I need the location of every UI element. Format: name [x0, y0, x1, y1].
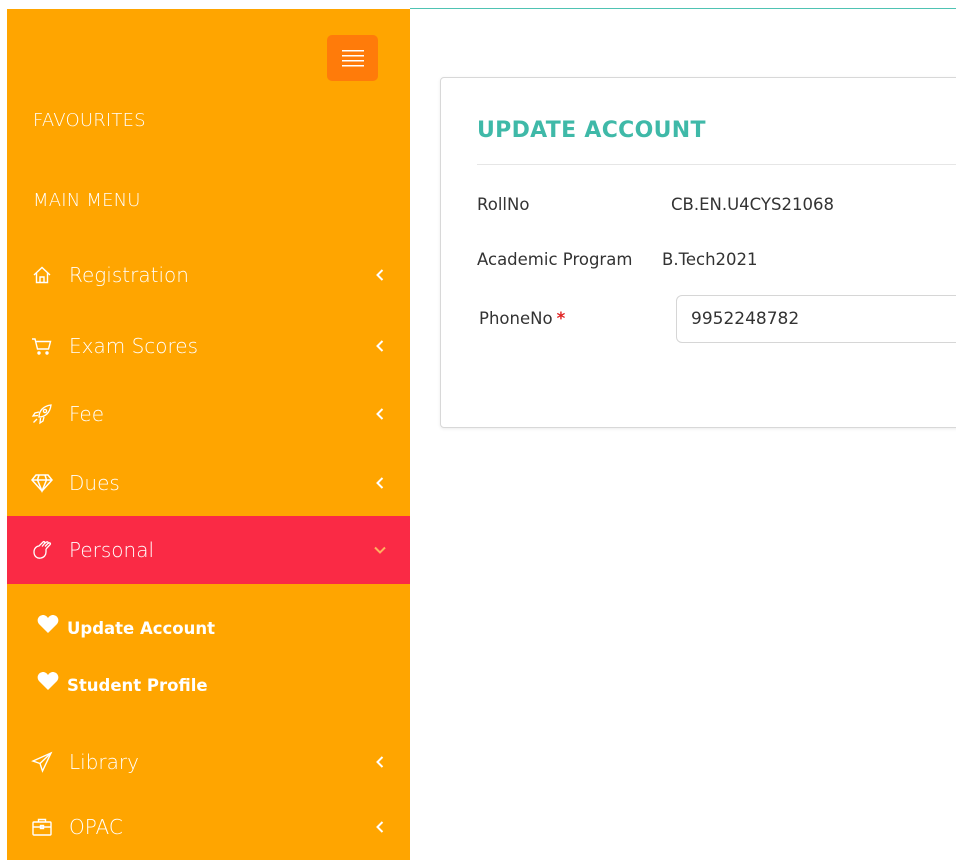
sidebar-item-registration[interactable]: Registration [7, 241, 410, 309]
sidebar-item-personal[interactable]: Personal [7, 516, 410, 584]
favourites-heading: FAVOURITES [33, 110, 146, 131]
rollno-label: RollNo [477, 195, 530, 214]
home-icon [31, 264, 53, 286]
academic-program-label: Academic Program [477, 250, 633, 269]
app-root: FAVOURITES MAIN MENU Registration Exam S… [0, 0, 956, 860]
sidebar-toggle-button[interactable] [327, 35, 378, 81]
chevron-left-icon [374, 756, 386, 768]
heart-icon [37, 614, 59, 633]
update-account-card: UPDATE ACCOUNT RollNo CB.EN.U4CYS21068 A… [440, 77, 956, 428]
sidebar-item-exam-scores[interactable]: Exam Scores [7, 312, 410, 380]
diamond-icon [31, 472, 53, 494]
hand-icon [31, 539, 53, 561]
page-title: UPDATE ACCOUNT [477, 118, 706, 143]
sidebar-item-library[interactable]: Library [7, 728, 410, 796]
chevron-left-icon [374, 408, 386, 420]
chevron-down-icon [374, 544, 386, 556]
heart-icon [37, 671, 59, 690]
sidebar-item-label: Registration [69, 263, 189, 287]
rocket-icon [31, 403, 53, 425]
hamburger-menu-icon [341, 50, 364, 67]
phoneno-label: PhoneNo * [479, 309, 565, 328]
briefcase-icon [31, 816, 53, 838]
sidebar-item-opac[interactable]: OPAC [7, 793, 410, 860]
sidebar-item-label: OPAC [69, 815, 123, 839]
top-border [410, 8, 956, 9]
sidebar-item-fee[interactable]: Fee [7, 380, 410, 448]
sidebar-item-dues[interactable]: Dues [7, 449, 410, 517]
academic-program-value: B.Tech2021 [662, 250, 758, 269]
title-divider [477, 164, 956, 165]
paper-plane-icon [31, 751, 53, 773]
chevron-left-icon [374, 821, 386, 833]
phone-number-input[interactable] [676, 295, 956, 343]
rollno-value: CB.EN.U4CYS21068 [671, 195, 834, 214]
sidebar-item-label: Exam Scores [69, 334, 199, 358]
chevron-left-icon [374, 477, 386, 489]
sidebar-item-label: Dues [69, 471, 120, 495]
main-menu-heading: MAIN MENU [33, 190, 141, 211]
submenu-item-student-profile[interactable]: Student Profile [37, 666, 208, 695]
chevron-left-icon [374, 269, 386, 281]
sidebar-item-label: Library [69, 750, 139, 774]
sidebar-item-label: Fee [69, 402, 105, 426]
sidebar-item-label: Personal [69, 538, 155, 562]
submenu-item-label: Update Account [67, 619, 216, 638]
required-asterisk: * [556, 309, 566, 328]
phoneno-label-text: PhoneNo [479, 309, 553, 328]
submenu-item-label: Student Profile [67, 676, 208, 695]
chevron-left-icon [374, 340, 386, 352]
submenu-item-update-account[interactable]: Update Account [37, 609, 215, 638]
sidebar: FAVOURITES MAIN MENU Registration Exam S… [7, 9, 410, 860]
cart-icon [31, 335, 53, 357]
